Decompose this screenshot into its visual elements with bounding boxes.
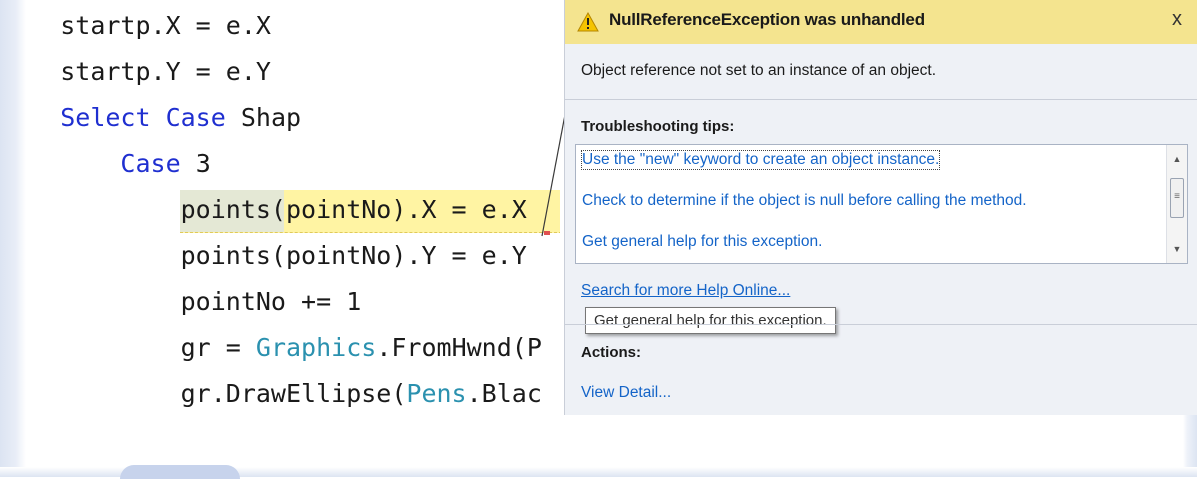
code-editor[interactable]: startp.X = e.X startp.Y = e.Y Select Cas… [0, 0, 560, 420]
scroll-up-arrow-icon[interactable]: ▲ [1167, 149, 1187, 169]
exception-message: Object reference not set to an instance … [581, 62, 936, 79]
warning-icon [577, 12, 599, 32]
tip-link-check-null[interactable]: Check to determine if the object is null… [582, 192, 1027, 210]
code-line-2: startp.Y = e.Y [60, 57, 271, 86]
tips-scrollbar[interactable]: ▲ ≡ ▼ [1166, 145, 1187, 263]
scroll-thumb[interactable]: ≡ [1170, 178, 1184, 218]
search-help-online-link[interactable]: Search for more Help Online... [581, 282, 790, 300]
code-line-5-current: points(pointNo).X = e.X [180, 195, 527, 224]
code-line-4: Case 3 [120, 149, 211, 178]
code-line-8: gr = Graphics.FromHwnd(P [180, 333, 542, 362]
scroll-down-arrow-icon[interactable]: ▼ [1167, 239, 1187, 259]
exception-title: NullReferenceException was unhandled [609, 10, 925, 29]
code-line-7: pointNo += 1 [180, 287, 362, 316]
divider [565, 99, 1197, 100]
troubleshooting-heading: Troubleshooting tips: [581, 118, 735, 135]
assistant-header: NullReferenceException was unhandled x [565, 0, 1197, 44]
view-detail-link[interactable]: View Detail... [581, 384, 671, 402]
scroll-grip-icon: ≡ [1174, 191, 1180, 202]
tooltip: Get general help for this exception. [585, 307, 836, 334]
type-pens: Pens [406, 379, 467, 408]
keyword-select-case: Select Case [60, 103, 226, 132]
code-line-6: points(pointNo).Y = e.Y [180, 241, 527, 270]
code-line-1: startp.X = e.X [60, 11, 271, 40]
type-graphics: Graphics [255, 333, 377, 362]
divider [565, 324, 1197, 325]
actions-heading: Actions: [581, 344, 641, 361]
code-line-9: gr.DrawEllipse(Pens.Blac [180, 379, 542, 408]
keyword-case: Case [120, 149, 181, 178]
troubleshooting-tips-list[interactable]: Use the "new" keyword to create an objec… [575, 144, 1188, 264]
tip-link-new-keyword[interactable]: Use the "new" keyword to create an objec… [580, 150, 941, 170]
close-button[interactable]: x [1172, 8, 1182, 31]
tip-link-general-help[interactable]: Get general help for this exception. [582, 233, 822, 251]
exception-assistant: NullReferenceException was unhandled x O… [564, 0, 1197, 415]
code-line-3: Select Case Shap [60, 103, 302, 132]
